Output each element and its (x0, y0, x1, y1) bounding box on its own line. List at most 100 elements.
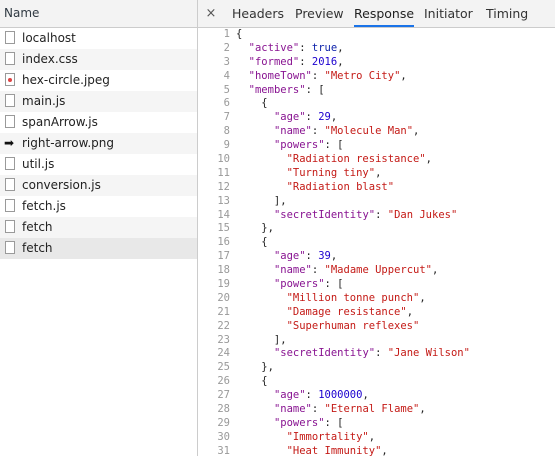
tab-headers[interactable]: Headers (232, 0, 284, 27)
code-line: 21 "Damage resistance", (198, 306, 555, 320)
code-token: , (425, 153, 432, 166)
close-icon[interactable]: × (204, 0, 218, 27)
file-row[interactable]: conversion.js (0, 175, 197, 196)
file-name: right-arrow.png (22, 136, 114, 150)
code-text: "Radiation blast" (236, 181, 394, 195)
file-row[interactable]: localhost (0, 28, 197, 49)
tab-response[interactable]: Response (354, 0, 415, 27)
code-line: 19 "powers": [ (198, 278, 555, 292)
code-token: "Madame Uppercut" (324, 264, 432, 277)
code-text: { (236, 28, 242, 42)
code-token: : (299, 41, 312, 54)
line-number: 1 (223, 28, 230, 40)
code-token: "Superhuman reflexes" (286, 319, 420, 332)
line-number: 2 (223, 41, 230, 54)
code-text: "secretIdentity": "Dan Jukes" (236, 209, 457, 223)
name-column-header[interactable]: Name (0, 0, 197, 28)
code-text: "Turning tiny", (236, 166, 382, 181)
code-text: "members": [ (236, 84, 325, 98)
file-name: localhost (22, 31, 76, 45)
file-row[interactable]: spanArrow.js (0, 112, 197, 133)
code-token: "Million tonne punch" (286, 291, 420, 304)
code-token: }, (236, 222, 274, 235)
tab-timing[interactable]: Timing (486, 0, 528, 27)
code-line: 18 "name": "Madame Uppercut", (198, 264, 555, 278)
code-token: "Molecule Man" (324, 125, 414, 138)
code-text: "powers": [ (236, 278, 344, 292)
code-line: 6 { (198, 97, 555, 111)
file-row[interactable]: hex-circle.jpeg (0, 70, 197, 91)
line-number: 23 (217, 333, 230, 346)
file-name: spanArrow.js (22, 115, 98, 129)
code-token: : (299, 55, 312, 68)
file-row[interactable]: main.js (0, 91, 197, 112)
code-line: 14 "secretIdentity": "Dan Jukes" (198, 209, 555, 223)
line-number: 26 (217, 375, 230, 388)
code-token: "Heat Immunity" (286, 444, 382, 456)
code-token: true (311, 41, 338, 54)
tab-preview[interactable]: Preview (295, 0, 344, 27)
code-line: 15 }, (198, 222, 555, 236)
line-number: 7 (223, 111, 230, 124)
document-icon (5, 115, 15, 128)
file-row[interactable]: util.js (0, 154, 197, 175)
details-tab-bar: × Headers Preview Response Initiator Tim… (198, 0, 555, 28)
document-icon (5, 157, 15, 170)
code-token: , (330, 250, 338, 263)
document-icon (5, 52, 15, 65)
code-token: 2016 (311, 55, 338, 68)
code-text: "Heat Immunity", (236, 445, 388, 456)
code-text: "active": true, (236, 42, 344, 56)
response-body[interactable]: 1{2 "active": true, 3 "formed": 2016, 4 "h… (198, 28, 555, 456)
code-token: "Radiation resistance" (286, 153, 426, 166)
code-line: 5 "members": [ (198, 84, 555, 98)
code-text: }, (236, 361, 274, 375)
code-token: , (375, 166, 382, 179)
code-line: 12 "Radiation blast" (198, 181, 555, 195)
line-number: 25 (217, 361, 230, 374)
code-line: 25 }, (198, 361, 555, 375)
file-row[interactable]: fetch (0, 217, 197, 238)
code-token: : (311, 264, 325, 277)
document-icon (5, 31, 15, 44)
code-token: "powers" (273, 416, 325, 429)
code-token: "Turning tiny" (286, 166, 376, 179)
code-line: 10 "Radiation resistance", (198, 153, 555, 167)
line-number: 4 (223, 69, 230, 82)
code-token: , (406, 305, 414, 318)
code-token: 1000000 (318, 389, 363, 402)
code-token: , (330, 111, 338, 124)
file-row[interactable]: fetch (0, 238, 197, 259)
code-token: , (400, 69, 407, 82)
code-token: : [ (324, 278, 344, 291)
code-token: }, (236, 361, 274, 374)
code-token: , (381, 444, 388, 456)
code-token: "age" (273, 389, 306, 402)
tab-initiator[interactable]: Initiator (424, 0, 473, 27)
code-line: 1{ (198, 28, 555, 42)
file-row[interactable]: fetch.js (0, 196, 197, 217)
code-token: "Radiation blast" (286, 180, 395, 193)
file-name: main.js (22, 94, 66, 108)
code-line: 9 "powers": [ (198, 139, 555, 153)
code-line: 7 "age": 29, (198, 111, 555, 125)
file-row[interactable]: ➡ right-arrow.png (0, 133, 197, 154)
code-text: { (236, 375, 267, 389)
code-token: { (236, 97, 268, 110)
code-text: }, (236, 222, 274, 236)
file-row[interactable]: index.css (0, 49, 197, 70)
code-token: "powers" (273, 278, 325, 291)
code-token: : (305, 111, 319, 124)
code-token: { (236, 28, 243, 40)
